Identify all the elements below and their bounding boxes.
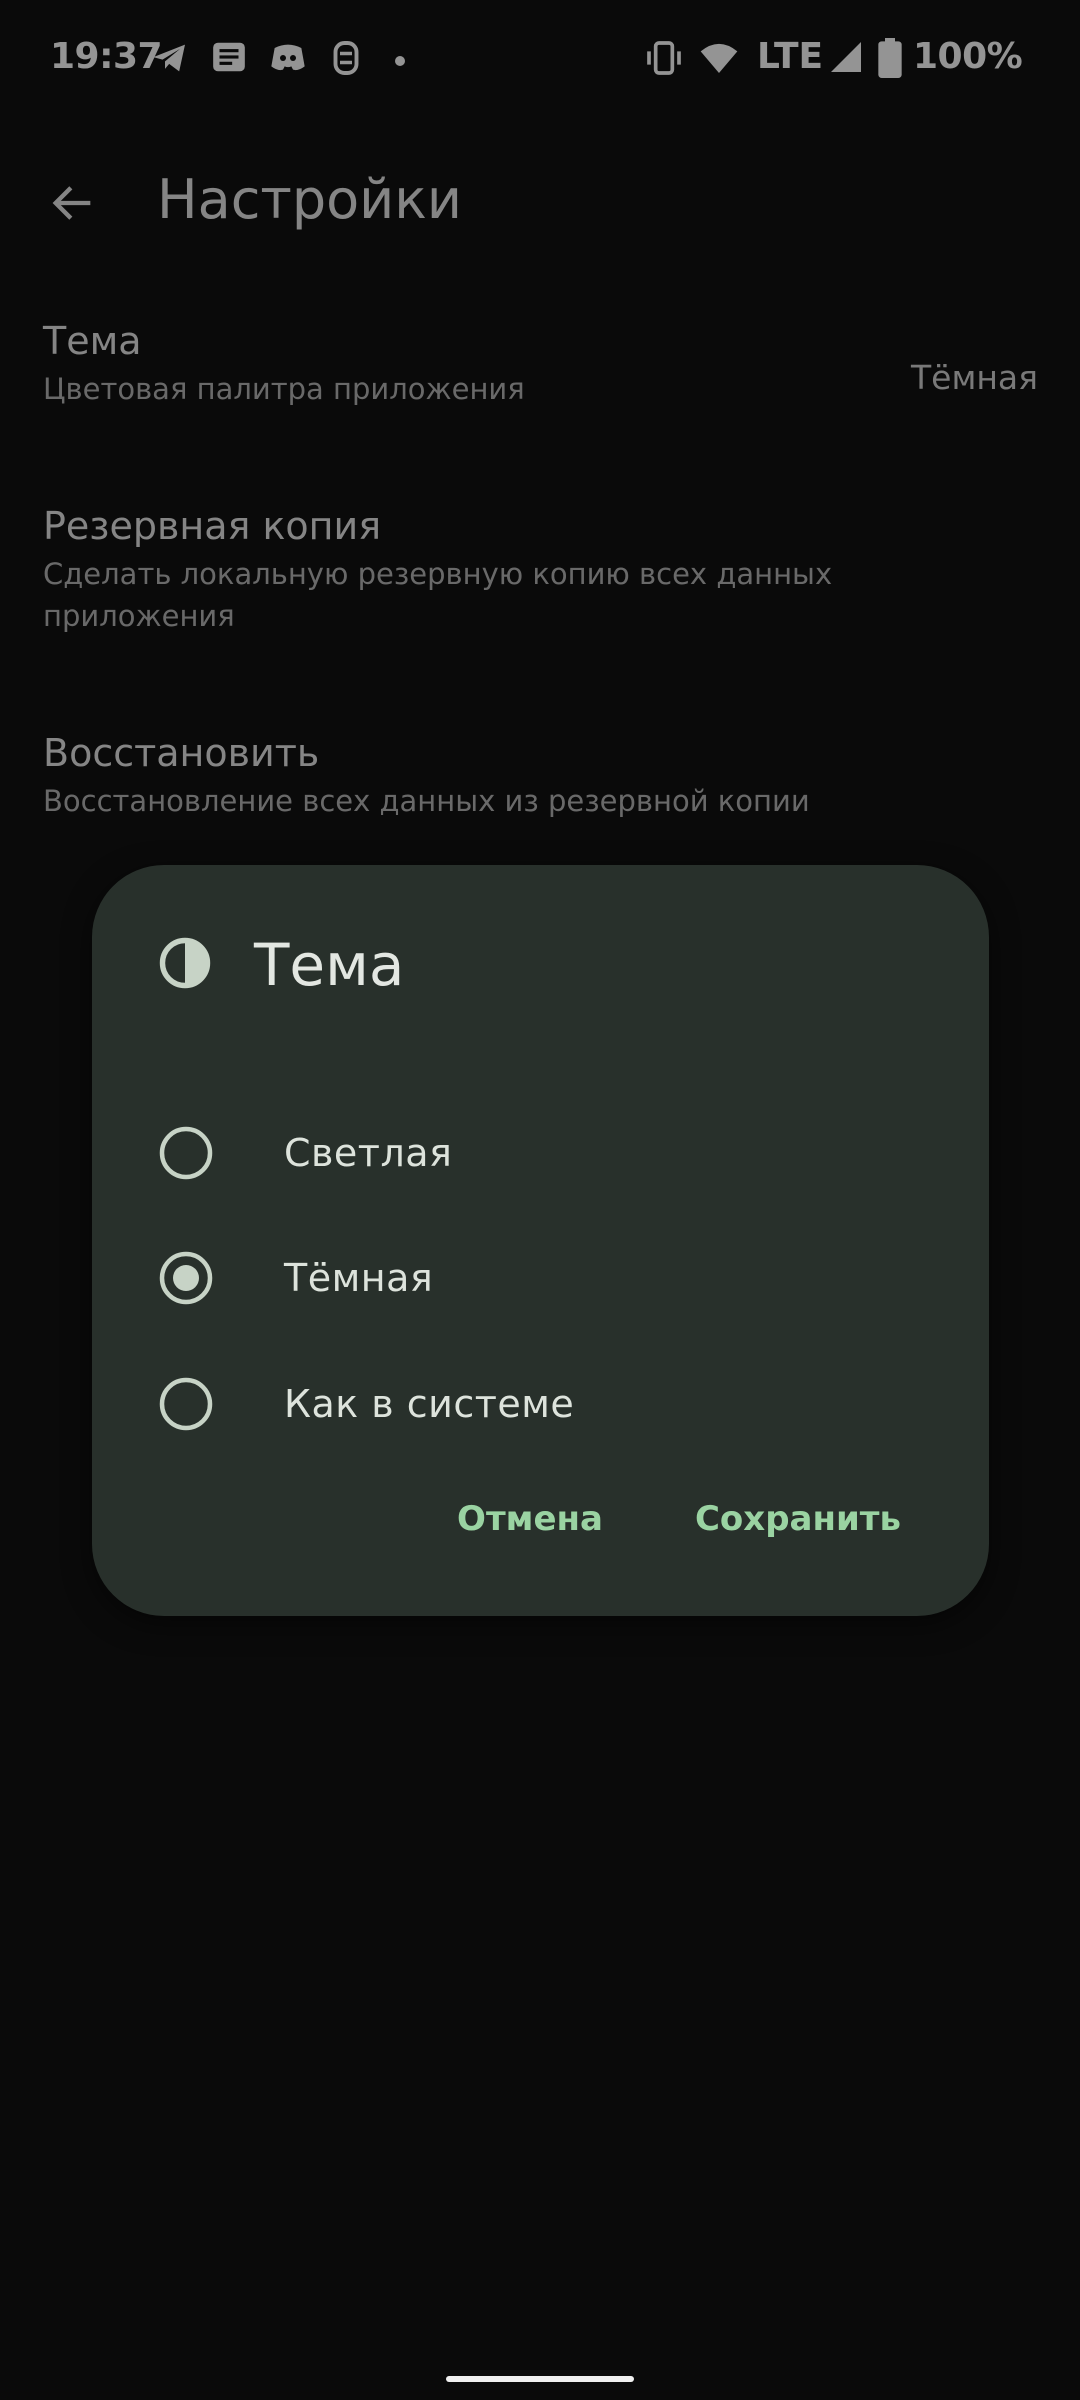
- save-button[interactable]: Сохранить: [691, 1485, 905, 1553]
- gesture-nav-handle[interactable]: [446, 2376, 634, 2382]
- radio-option-dark[interactable]: Тёмная: [158, 1228, 918, 1328]
- radio-option-system[interactable]: Как в системе: [158, 1354, 918, 1454]
- screen: 19:37 LTE 100% Настройки Тема Цветовая п…: [0, 0, 1080, 2400]
- radio-selected-icon[interactable]: [158, 1250, 214, 1306]
- radio-label: Тёмная: [284, 1256, 434, 1300]
- radio-option-light[interactable]: Светлая: [158, 1103, 918, 1203]
- radio-unselected-icon[interactable]: [158, 1125, 214, 1181]
- radio-label: Светлая: [284, 1131, 453, 1175]
- dialog-actions: Отмена Сохранить: [369, 1485, 905, 1553]
- radio-label: Как в системе: [284, 1382, 575, 1426]
- contrast-icon: [158, 936, 212, 994]
- theme-dialog: Тема Светлая Тёмная Как в системе Отмена…: [92, 865, 989, 1616]
- dialog-header: Тема: [158, 925, 404, 1005]
- dialog-title: Тема: [254, 931, 405, 999]
- radio-unselected-icon[interactable]: [158, 1376, 214, 1432]
- cancel-button[interactable]: Отмена: [453, 1485, 607, 1553]
